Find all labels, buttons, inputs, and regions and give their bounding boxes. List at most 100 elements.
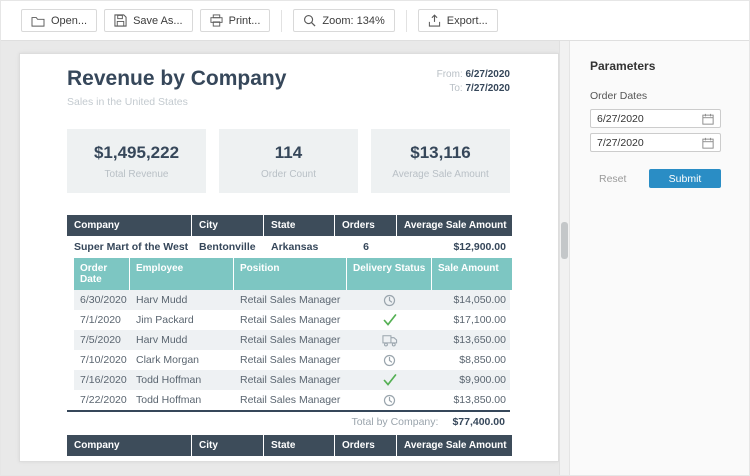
- column-header-city: City: [192, 215, 264, 236]
- order-row: 7/5/2020 Harv Mudd Retail Sales Manager …: [74, 330, 510, 350]
- summary-cards: $1,495,222 Total Revenue 114 Order Count…: [67, 129, 510, 193]
- average-sale-card: $13,116 Average Sale Amount: [371, 129, 510, 193]
- column-header-order-date: Order Date: [74, 258, 130, 290]
- order-row: 7/22/2020 Todd Hoffman Retail Sales Mana…: [74, 390, 510, 410]
- order-date-to-input[interactable]: 7/27/2020: [590, 133, 721, 152]
- order-sale-amount: $9,900.00: [432, 374, 512, 386]
- order-detail-table: Order Date Employee Position Delivery St…: [74, 258, 510, 410]
- order-date-from-input[interactable]: 6/27/2020: [590, 109, 721, 128]
- total-revenue-label: Total Revenue: [67, 169, 206, 180]
- order-employee: Clark Morgan: [130, 354, 234, 366]
- toolbar-separator: [406, 10, 407, 32]
- average-sale-label: Average Sale Amount: [371, 169, 510, 180]
- column-header-average-sale-amount: Average Sale Amount: [397, 435, 512, 456]
- column-header-employee: Employee: [130, 258, 234, 290]
- delivery-status-icon: [347, 374, 432, 386]
- delivery-status-icon: [347, 354, 432, 367]
- order-dates-label: Order Dates: [590, 90, 721, 102]
- vertical-scrollbar[interactable]: [559, 41, 569, 475]
- calendar-icon[interactable]: [702, 137, 714, 149]
- scrollbar-thumb[interactable]: [561, 222, 568, 259]
- open-button[interactable]: Open...: [21, 9, 97, 32]
- to-value: 7/27/2020: [466, 83, 511, 94]
- company-table-header: Company City State Orders Average Sale A…: [67, 435, 510, 456]
- delivery-status-icon: [347, 334, 432, 347]
- column-header-orders: Orders: [335, 435, 397, 456]
- column-header-city: City: [192, 435, 264, 456]
- order-position: Retail Sales Manager: [234, 354, 347, 366]
- column-header-state: State: [264, 435, 335, 456]
- open-folder-icon: [31, 15, 45, 27]
- company-name: Super Mart of the West: [67, 241, 192, 253]
- order-count-card: 114 Order Count: [219, 129, 358, 193]
- company-group-2: Company City State Orders Average Sale A…: [67, 435, 510, 462]
- save-as-button[interactable]: Save As...: [104, 9, 193, 32]
- order-employee: Todd Hoffman: [130, 374, 234, 386]
- print-button[interactable]: Print...: [200, 9, 271, 32]
- report-title: Revenue by Company: [67, 66, 286, 92]
- reset-button[interactable]: Reset: [599, 173, 626, 185]
- order-position: Retail Sales Manager: [234, 314, 347, 326]
- column-header-sale-amount: Sale Amount: [432, 258, 512, 290]
- save-icon: [114, 14, 127, 27]
- report-page: Revenue by Company Sales in the United S…: [19, 53, 559, 462]
- parameters-actions: Reset Submit: [590, 169, 721, 188]
- order-position: Retail Sales Manager: [234, 334, 347, 346]
- print-button-label: Print...: [229, 15, 261, 27]
- order-position: Retail Sales Manager: [234, 294, 347, 306]
- column-header-company: Company: [67, 215, 192, 236]
- order-date: 7/16/2020: [74, 374, 130, 386]
- order-date: 7/22/2020: [74, 394, 130, 406]
- column-header-average-sale-amount: Average Sale Amount: [397, 215, 512, 236]
- export-button[interactable]: Export...: [418, 9, 498, 32]
- export-button-label: Export...: [447, 15, 488, 27]
- from-label: From:: [437, 69, 463, 80]
- order-row: 7/10/2020 Clark Morgan Retail Sales Mana…: [74, 350, 510, 370]
- report-header: Revenue by Company Sales in the United S…: [67, 66, 510, 108]
- column-header-position: Position: [234, 258, 347, 290]
- order-position: Retail Sales Manager: [234, 394, 347, 406]
- company-orders: 5: [335, 461, 397, 462]
- order-count-value: 114: [219, 143, 358, 163]
- company-row: Super Mart of the West Bentonville Arkan…: [67, 236, 510, 258]
- company-average-sale-amount: $14,255.60: [397, 461, 512, 462]
- company-average-sale-amount: $12,900.00: [397, 241, 512, 253]
- calendar-icon[interactable]: [702, 113, 714, 125]
- toolbar-separator: [281, 10, 282, 32]
- company-city: Bentonville: [192, 241, 264, 253]
- export-icon: [428, 14, 441, 27]
- to-label: To:: [449, 83, 462, 94]
- company-name: Electronics Depot: [67, 461, 192, 462]
- from-value: 6/27/2020: [466, 69, 511, 80]
- order-employee: Harv Mudd: [130, 334, 234, 346]
- order-date-to-value: 7/27/2020: [597, 137, 644, 149]
- order-row: 7/16/2020 Todd Hoffman Retail Sales Mana…: [74, 370, 510, 390]
- toolbar: Open... Save As... Print... Zoom: 134% E…: [1, 1, 749, 41]
- delivery-status-icon: [347, 394, 432, 407]
- order-row: 7/1/2020 Jim Packard Retail Sales Manage…: [74, 310, 510, 330]
- company-state: Georgia: [264, 461, 335, 462]
- group-total-row: Total by Company: $77,400.00: [67, 412, 510, 431]
- order-date: 6/30/2020: [74, 294, 130, 306]
- average-sale-value: $13,116: [371, 143, 510, 163]
- order-sale-amount: $13,650.00: [432, 334, 512, 346]
- column-header-company: Company: [67, 435, 192, 456]
- parameters-panel-title: Parameters: [590, 59, 721, 73]
- order-date: 7/1/2020: [74, 314, 130, 326]
- order-count-label: Order Count: [219, 169, 358, 180]
- order-row: 6/30/2020 Harv Mudd Retail Sales Manager…: [74, 290, 510, 310]
- order-date: 7/5/2020: [74, 334, 130, 346]
- order-date-from-value: 6/27/2020: [597, 113, 644, 125]
- order-employee: Harv Mudd: [130, 294, 234, 306]
- magnifier-icon: [303, 14, 316, 27]
- column-header-state: State: [264, 215, 335, 236]
- report-date-range: From: 6/27/2020 To: 7/27/2020: [437, 69, 510, 108]
- zoom-button[interactable]: Zoom: 134%: [293, 9, 394, 32]
- detail-table-header: Order Date Employee Position Delivery St…: [74, 258, 510, 290]
- report-subtitle: Sales in the United States: [67, 96, 286, 108]
- document-preview-area: Revenue by Company Sales in the United S…: [1, 41, 559, 475]
- order-sale-amount: $13,850.00: [432, 394, 512, 406]
- report-viewer-window: Open... Save As... Print... Zoom: 134% E…: [0, 0, 750, 476]
- submit-button[interactable]: Submit: [649, 169, 721, 188]
- company-state: Arkansas: [264, 241, 335, 253]
